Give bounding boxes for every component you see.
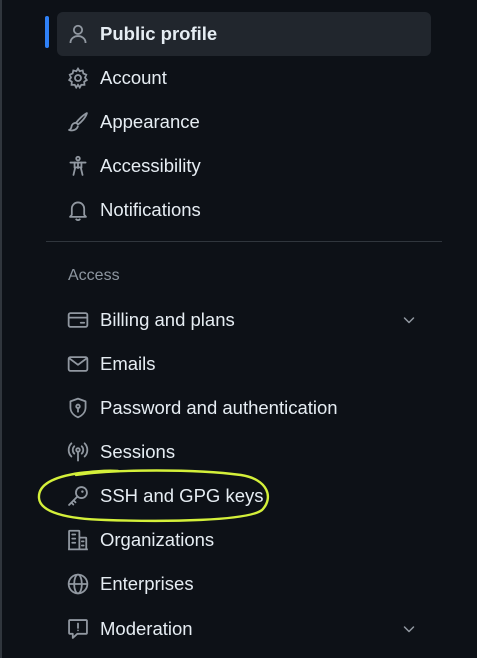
gear-icon xyxy=(67,67,89,89)
nav-label: Notifications xyxy=(100,199,201,220)
key-icon xyxy=(67,485,89,507)
nav-item-billing-and-plans[interactable]: Billing and plans xyxy=(57,298,431,342)
nav-label: Emails xyxy=(100,353,156,374)
left-border xyxy=(0,0,2,658)
nav-label: Appearance xyxy=(100,111,200,132)
organization-icon xyxy=(67,529,89,551)
nav-label: Password and authentication xyxy=(100,397,338,418)
section-divider xyxy=(46,241,442,242)
accessibility-icon xyxy=(67,155,89,177)
section-heading-access: Access xyxy=(68,267,120,284)
nav-item-ssh-and-gpg-keys[interactable]: SSH and GPG keys xyxy=(57,474,431,518)
chevron-down-icon[interactable] xyxy=(401,621,417,637)
nav-label: Sessions xyxy=(100,441,176,462)
globe-icon xyxy=(67,573,89,595)
nav-item-organizations[interactable]: Organizations xyxy=(57,518,431,562)
chevron-down-icon[interactable] xyxy=(401,312,417,328)
active-indicator xyxy=(45,16,49,48)
paintbrush-icon xyxy=(67,111,89,133)
nav-label: Enterprises xyxy=(100,573,194,594)
nav-item-appearance[interactable]: Appearance xyxy=(57,100,431,144)
nav-item-notifications[interactable]: Notifications xyxy=(57,188,431,232)
nav-item-sessions[interactable]: Sessions xyxy=(57,430,431,474)
nav-label: Account xyxy=(100,67,167,88)
credit-card-icon xyxy=(67,309,89,331)
nav-item-password-and-authentication[interactable]: Password and authentication xyxy=(57,386,431,430)
nav-label: Billing and plans xyxy=(100,309,235,330)
broadcast-icon xyxy=(67,441,89,463)
bell-icon xyxy=(67,199,89,221)
nav-label: Public profile xyxy=(100,23,218,44)
nav-item-accessibility[interactable]: Accessibility xyxy=(57,144,431,188)
nav-item-emails[interactable]: Emails xyxy=(57,342,431,386)
shield-lock-icon xyxy=(67,397,89,419)
nav-item-public-profile[interactable]: Public profile xyxy=(57,12,431,56)
nav-item-moderation[interactable]: Moderation xyxy=(57,607,431,651)
nav-item-account[interactable]: Account xyxy=(57,56,431,100)
person-icon xyxy=(67,23,89,45)
mail-icon xyxy=(67,353,89,375)
nav-label: Accessibility xyxy=(100,155,201,176)
nav-item-enterprises[interactable]: Enterprises xyxy=(57,562,431,606)
report-icon xyxy=(67,618,89,640)
nav-label: Organizations xyxy=(100,529,215,550)
nav-label: SSH and GPG keys xyxy=(100,485,264,506)
nav-label: Moderation xyxy=(100,618,193,639)
